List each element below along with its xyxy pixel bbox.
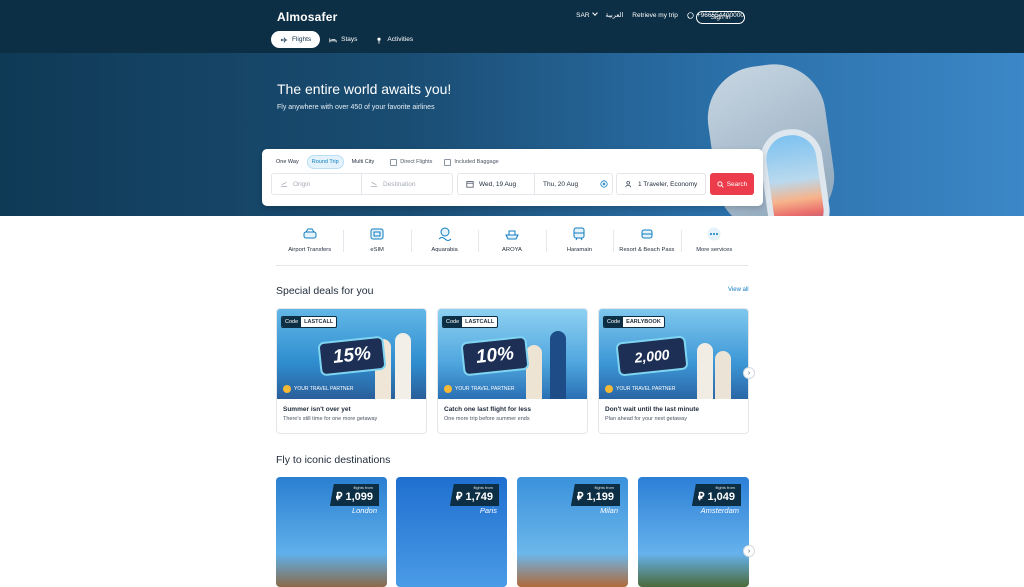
destination-card-milan[interactable]: flights from ⃁ 1,199 Milan [517, 477, 628, 587]
waterpark-icon [438, 227, 451, 241]
partner-badge: YOUR TRAVEL PARTNER [444, 385, 514, 393]
travelers-selector[interactable]: 1 Traveler, Economy [616, 173, 706, 195]
destination-city: London [351, 506, 377, 515]
trip-type-selector: One Way Round Trip Multi City Direct Fli… [272, 155, 499, 169]
destinations-section-title: Fly to iconic destinations [276, 454, 391, 466]
price-tag: flights from ⃁ 1,049 [691, 484, 741, 506]
destination-city: Amsterdam [700, 506, 739, 515]
sun-logo-icon [283, 385, 291, 393]
deal-person-image [550, 331, 566, 399]
tab-activities[interactable]: Activities [366, 31, 422, 48]
top-bar: Almosafer SAR العربية Retrieve my trip +… [0, 0, 1024, 53]
deal-person-image [715, 351, 731, 399]
trip-type-round-trip[interactable]: Round Trip [306, 155, 344, 169]
sign-in-button[interactable]: Sign in [696, 11, 745, 24]
deal-subtitle: Plan ahead for your next getaway [605, 416, 687, 422]
sun-logo-icon [444, 385, 452, 393]
service-haramain[interactable]: Haramain [545, 226, 613, 265]
deal-card[interactable]: Code LASTCALL 10% YOUR TRAVEL PARTNER Cat… [437, 308, 588, 434]
plane-icon [280, 36, 288, 43]
deal-person-image [697, 343, 713, 399]
car-icon [303, 228, 317, 239]
service-airport-transfers[interactable]: Airport Transfers [276, 226, 343, 265]
flight-search-form: One Way Round Trip Multi City Direct Fli… [262, 149, 763, 206]
chevron-down-icon [591, 10, 598, 16]
checkbox-box [444, 158, 452, 166]
deal-image: Code LASTCALL 10% YOUR TRAVEL PARTNER [438, 309, 587, 399]
discount-badge: 10% [460, 335, 530, 377]
service-esim[interactable]: eSIM [343, 226, 410, 265]
sim-icon [370, 228, 384, 240]
promo-code-badge: Code EARLYBOOK [603, 316, 665, 328]
service-resort-beach-pass[interactable]: Resort & Beach Pass [613, 226, 680, 265]
deals-section-title: Special deals for you [276, 285, 374, 297]
pin-icon [377, 37, 382, 44]
hero-subtitle: Fly anywhere with over 450 of your favor… [277, 104, 435, 111]
retrieve-trip-link[interactable]: Retrieve my trip [632, 12, 678, 19]
view-all-link[interactable]: View all [728, 287, 749, 293]
destination-card-london[interactable]: flights from ⃁ 1,099 London [276, 477, 387, 587]
search-icon [717, 180, 724, 188]
deal-image: Code LASTCALL 15% YOUR TRAVEL PARTNER [277, 309, 426, 399]
deal-card[interactable]: Code EARLYBOOK 2,000 YOUR TRAVEL PARTNER … [598, 308, 749, 434]
language-link[interactable]: العربية [606, 11, 624, 19]
partner-badge: YOUR TRAVEL PARTNER [605, 385, 675, 393]
services-row: Airport Transfers eSIM Aquarabia AROYA H… [276, 226, 748, 266]
cruise-icon [505, 230, 519, 240]
checkbox-box [390, 158, 398, 166]
deal-subtitle: There's still time for one more getaway [283, 416, 378, 422]
users-icon [625, 180, 631, 188]
service-more[interactable]: More services [680, 226, 748, 265]
trip-type-multi-city[interactable]: Multi City [348, 156, 379, 168]
price-tag: flights from ⃁ 1,099 [329, 484, 379, 506]
promo-code-badge: Code LASTCALL [281, 316, 338, 328]
destination-card-amsterdam[interactable]: flights from ⃁ 1,049 Amsterdam [638, 477, 749, 587]
hero-title: The entire world awaits you! [277, 81, 452, 97]
origin-input[interactable]: Origin [271, 173, 362, 195]
service-aroya[interactable]: AROYA [478, 226, 545, 265]
depart-date-input[interactable]: Wed, 19 Aug [457, 173, 535, 195]
currency-selector[interactable]: SAR [576, 10, 598, 19]
price-tag: flights from ⃁ 1,199 [570, 484, 620, 506]
service-aquarabia[interactable]: Aquarabia [410, 226, 478, 265]
return-date-input[interactable]: Thu, 20 Aug [534, 173, 613, 195]
more-icon [707, 227, 721, 241]
bed-icon [329, 37, 337, 42]
destination-city: Milan [600, 506, 618, 515]
tab-stays[interactable]: Stays [320, 31, 366, 48]
deal-person-image [526, 345, 542, 399]
deal-subtitle: One more trip before summer ends [444, 416, 530, 422]
product-tabs: Flights Stays Activities [271, 31, 422, 48]
price-tag: flights from ⃁ 1,749 [449, 484, 499, 506]
destination-card-paris[interactable]: flights from ⃁ 1,749 Paris [396, 477, 507, 587]
direct-flights-checkbox[interactable]: Direct Flights [390, 158, 432, 166]
deal-person-image [395, 333, 411, 399]
discount-badge: 15% [317, 335, 387, 377]
trip-type-one-way[interactable]: One Way [272, 156, 303, 168]
whatsapp-icon [687, 11, 694, 19]
partner-badge: YOUR TRAVEL PARTNER [283, 385, 353, 393]
search-button[interactable]: Search [710, 173, 754, 195]
deal-title: Summer isn't over yet [283, 406, 351, 413]
resort-icon [641, 229, 653, 239]
landing-icon [370, 182, 378, 187]
train-icon [573, 227, 585, 241]
promo-code-badge: Code LASTCALL [442, 316, 499, 328]
included-baggage-checkbox[interactable]: Included Baggage [444, 158, 499, 166]
sun-logo-icon [605, 385, 613, 393]
deal-card[interactable]: Code LASTCALL 15% YOUR TRAVEL PARTNER Sum… [276, 308, 427, 434]
destination-city: Paris [479, 506, 497, 515]
clear-icon[interactable] [600, 180, 608, 188]
deal-image: Code EARLYBOOK 2,000 YOUR TRAVEL PARTNER [599, 309, 748, 399]
discount-badge: 2,000 [615, 335, 689, 377]
deals-next-arrow[interactable]: › [743, 367, 755, 379]
destinations-next-arrow[interactable]: › [743, 545, 755, 557]
deal-title: Don't wait until the last minute [605, 406, 699, 413]
logo[interactable]: Almosafer [277, 10, 338, 24]
calendar-icon [466, 181, 474, 188]
takeoff-icon [280, 182, 288, 187]
destination-input[interactable]: Destination [361, 173, 453, 195]
tab-flights[interactable]: Flights [271, 31, 321, 48]
deal-title: Catch one last flight for less [444, 406, 532, 413]
